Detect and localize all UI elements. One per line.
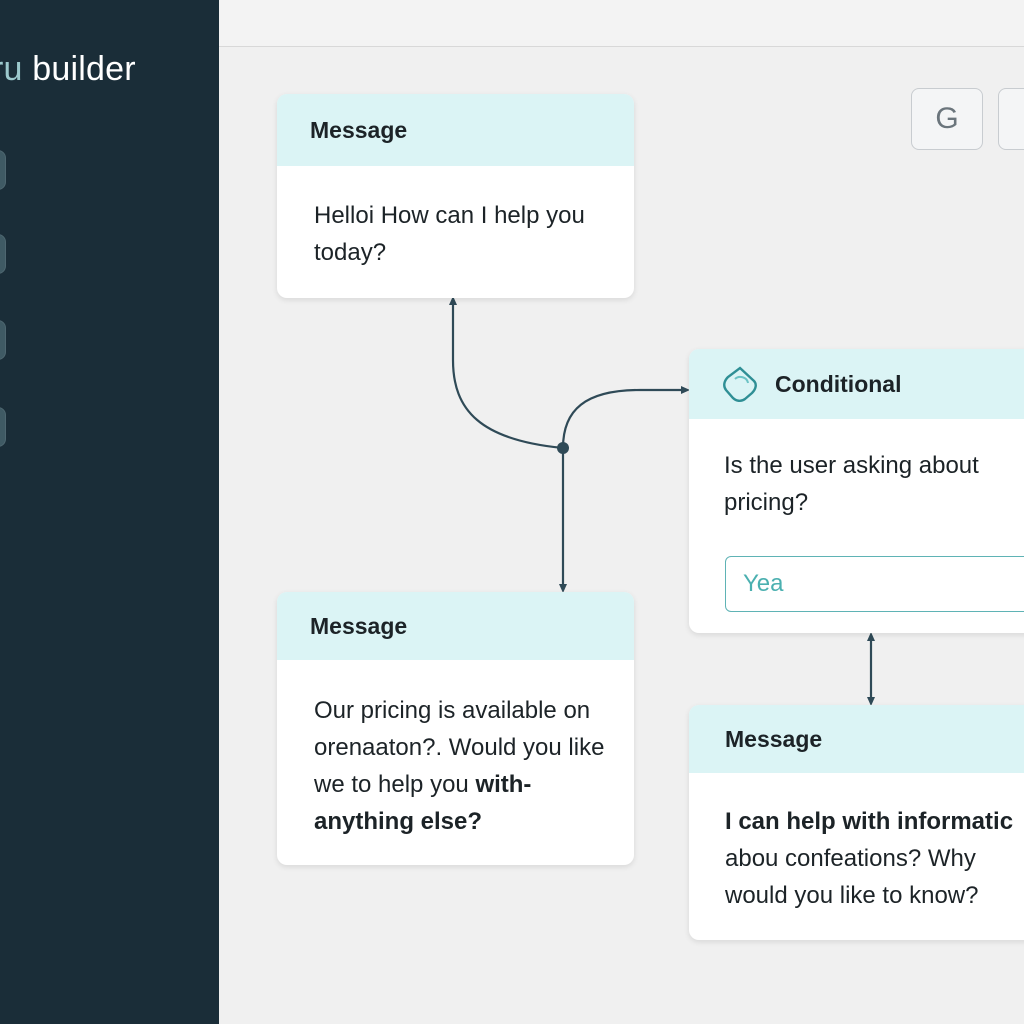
- node-type-label: Conditional: [775, 370, 902, 397]
- message-node-pricing[interactable]: Message Our pricing is available on oren…: [277, 592, 634, 865]
- condition-question: Is the user asking about pricing?: [724, 452, 979, 516]
- node-text-bold: I can help with informatic: [725, 808, 1014, 835]
- node-text-plain: abou confeations? Why would you like to …: [725, 845, 979, 909]
- node-text: Helloi How can I help you today?: [314, 202, 585, 266]
- node-text: I can help with informatic abou confeatio…: [725, 803, 1024, 914]
- node-type-label: Message: [310, 612, 408, 639]
- connector-conditional: [561, 388, 686, 449]
- node-text-plain: Our pricing is available on orenaaton?. …: [314, 697, 605, 798]
- message-node-greeting[interactable]: Message Helloi How can I help you today?: [277, 94, 634, 298]
- junction-dot: [557, 442, 569, 454]
- node-header: Message: [689, 705, 1024, 773]
- condition-answer-field[interactable]: Yea: [725, 556, 1024, 612]
- node-header: Message: [277, 592, 634, 660]
- node-header: Conditional: [689, 349, 1024, 419]
- message-node-info[interactable]: Message I can help with informatic abou c…: [689, 705, 1024, 940]
- connector-greeting: [451, 300, 564, 450]
- node-text: Our pricing is available on orenaaton?. …: [314, 692, 614, 840]
- arrowhead-up-info: [867, 632, 875, 641]
- conditional-icon: [723, 366, 757, 402]
- node-type-label: Message: [725, 725, 823, 752]
- conditional-node[interactable]: Conditional Is the user asking about pri…: [689, 349, 1024, 633]
